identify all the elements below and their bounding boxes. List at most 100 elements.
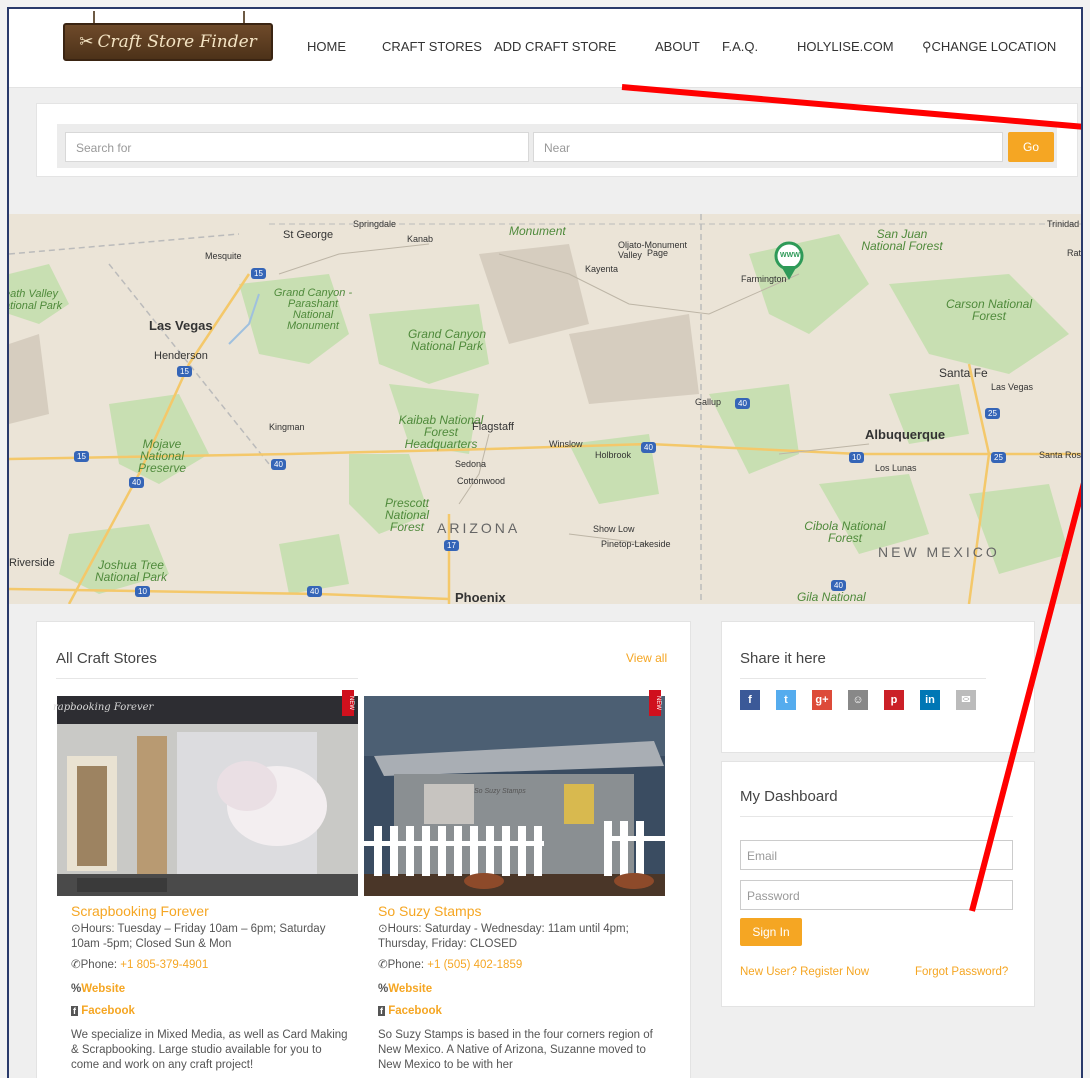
phone-link[interactable]: +1 (505) 402-1859 (427, 959, 522, 971)
map-label: Kayenta (585, 264, 619, 274)
search-card: Search for Near Go (36, 103, 1078, 177)
browser-frame: ✂ Craft Store Finder HOME CRAFT STORES A… (7, 7, 1083, 1078)
map-label: Cottonwood (457, 476, 506, 486)
map-label: Grand Canyon National Park (407, 327, 487, 353)
map-label: Gallup (695, 397, 722, 407)
website-link[interactable]: Website (388, 983, 432, 995)
facebook-link[interactable]: Facebook (388, 1005, 442, 1017)
phone-icon: ✆ (378, 959, 388, 971)
register-link[interactable]: New User? Register Now (740, 966, 869, 978)
logo-text: Craft Store Finder (97, 32, 257, 52)
facebook-icon: f (71, 1006, 78, 1016)
map-label: Raton (1067, 248, 1082, 258)
map-label: Las Vegas (991, 382, 1034, 392)
store-photo[interactable]: So Suzy Stamps NEW (364, 690, 665, 896)
map-label: Henderson (154, 350, 208, 362)
search-bar: Search for Near Go (57, 124, 1057, 168)
map-label: Springdale (353, 219, 397, 229)
pinterest-icon[interactable]: p (884, 690, 904, 710)
highway-shield: 40 (735, 398, 750, 409)
stores-card-title: All Craft Stores (56, 650, 157, 667)
map-label: San Juan National Forest (861, 227, 943, 253)
nav-change-location[interactable]: ⚲CHANGE LOCATION (922, 39, 1056, 55)
sign-in-button[interactable]: Sign In (740, 918, 802, 946)
map-label: Pinetop-Lakeside (601, 539, 671, 549)
reddit-icon[interactable]: ☺ (848, 690, 868, 710)
www-marker-label[interactable]: WWW (780, 252, 800, 259)
highway-shield: 40 (831, 580, 846, 591)
store-name[interactable]: Scrapbooking Forever (71, 903, 209, 919)
email-icon[interactable]: ✉ (956, 690, 976, 710)
map-label: Phoenix (455, 590, 506, 604)
highway-shield: 15 (251, 268, 266, 279)
map-label: Los Lunas (875, 463, 917, 473)
store-website: %Website (378, 982, 658, 997)
nav-add-craft-store[interactable]: ADD CRAFT STORE (494, 39, 616, 54)
map-label: Riverside (9, 557, 55, 569)
phone-icon: ✆ (71, 959, 81, 971)
new-badge: NEW (342, 690, 354, 716)
link-icon: % (378, 983, 389, 995)
email-field[interactable]: Email (740, 840, 1013, 870)
forgot-password-link[interactable]: Forgot Password? (915, 966, 1008, 978)
facebook-link[interactable]: Facebook (81, 1005, 135, 1017)
map-label: Farmington (741, 274, 787, 284)
map-label: Kingman (269, 422, 305, 432)
search-near-input[interactable]: Near (533, 132, 1003, 162)
dashboard-title: My Dashboard (740, 788, 838, 805)
nav-holylise[interactable]: HOLYLISE.COM (797, 39, 894, 54)
map[interactable]: St George Springdale Kanab Monument Page… (9, 214, 1083, 604)
share-title: Share it here (740, 650, 826, 667)
website-link[interactable]: Website (81, 983, 125, 995)
map-pin-icon: ⚲ (922, 39, 932, 54)
store-hours-text: Hours: Saturday - Wednesday: 11am until … (378, 923, 629, 950)
store-description: So Suzy Stamps is based in the four corn… (378, 1029, 653, 1071)
nav-craft-stores[interactable]: CRAFT STORES (382, 39, 482, 54)
password-field[interactable]: Password (740, 880, 1013, 910)
store-hours: ⊙Hours: Saturday - Wednesday: 11am until… (378, 922, 658, 952)
map-label: Grand Canyon - Parashant National Monume… (273, 287, 353, 332)
site-logo[interactable]: ✂ Craft Store Finder (63, 11, 273, 61)
phone-link[interactable]: +1 805-379-4901 (120, 959, 208, 971)
map-label: Show Low (593, 524, 635, 534)
map-label: NEW MEXICO (878, 544, 1000, 560)
search-for-input[interactable]: Search for (65, 132, 529, 162)
go-button[interactable]: Go (1008, 132, 1054, 162)
highway-shield: 25 (985, 408, 1000, 419)
site-header: ✂ Craft Store Finder HOME CRAFT STORES A… (9, 9, 1081, 88)
highway-shield: 25 (991, 452, 1006, 463)
new-badge: NEW (649, 690, 661, 716)
phone-label: Phone: (387, 959, 428, 971)
store-description: We specialize in Mixed Media, as well as… (71, 1029, 348, 1071)
map-label: Winslow (549, 439, 583, 449)
linkedin-icon[interactable]: in (920, 690, 940, 710)
highway-shield: 17 (444, 540, 459, 551)
nav-home[interactable]: HOME (307, 39, 346, 54)
twitter-icon[interactable]: t (776, 690, 796, 710)
map-label: Mojave National Preserve (137, 437, 187, 475)
map-label: Santa Rosa (1039, 450, 1083, 460)
facebook-icon[interactable]: f (740, 690, 760, 710)
map-label: Mesquite (205, 251, 242, 261)
view-all-link[interactable]: View all (626, 651, 667, 665)
map-label: Oljato-Monument Valley (618, 240, 688, 260)
map-label: eath Valley ational Park (9, 288, 63, 312)
scissors-icon: ✂ (79, 32, 94, 52)
store-name[interactable]: So Suzy Stamps (378, 903, 482, 919)
divider (56, 678, 358, 679)
store-website: %Website (71, 982, 351, 997)
store-facebook: f Facebook (378, 1004, 658, 1019)
highway-shield: 40 (307, 586, 322, 597)
map-label: Albuquerque (865, 427, 946, 442)
divider (740, 678, 986, 679)
store-phone: ✆Phone: +1 805-379-4901 (71, 958, 351, 973)
map-label: Santa Fe (939, 366, 988, 380)
phone-label: Phone: (80, 959, 121, 971)
google-plus-icon[interactable]: g+ (812, 690, 832, 710)
map-label: ARIZONA (437, 520, 521, 536)
nav-faq[interactable]: F.A.Q. (722, 39, 758, 54)
logo-board: ✂ Craft Store Finder (63, 23, 273, 61)
nav-about[interactable]: ABOUT (655, 39, 700, 54)
map-label: Sedona (455, 459, 487, 469)
store-photo[interactable]: rapbooking Forever NEW (53, 690, 358, 896)
